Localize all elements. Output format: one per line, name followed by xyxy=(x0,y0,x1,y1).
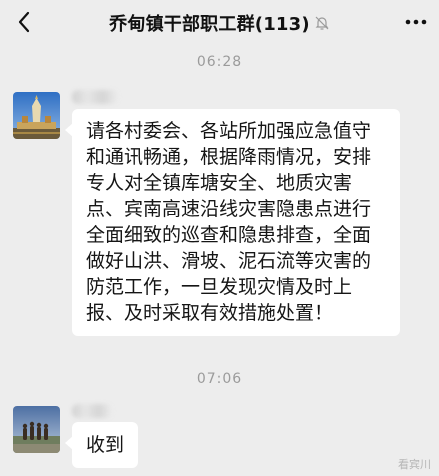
watermark: 看宾川 xyxy=(398,458,431,471)
sender-name-blurred xyxy=(72,404,112,418)
message-timestamp: 06:28 xyxy=(196,54,243,70)
message-bubble[interactable]: 请各村委会、各站所加强应急值守和通讯畅通，根据降雨情况，安排专人对全镇库塘安全、… xyxy=(65,109,400,336)
temple-pagoda-avatar xyxy=(13,92,60,139)
message-timestamp: 07:06 xyxy=(196,371,243,387)
chat-title-area[interactable]: 乔甸镇干部职工群(113) xyxy=(109,10,330,36)
sender-avatar[interactable] xyxy=(13,92,60,139)
back-button[interactable] xyxy=(10,8,38,36)
sender-name-blurred xyxy=(72,90,118,104)
message-bubble[interactable]: 收到 xyxy=(64,422,139,468)
bell-off-icon xyxy=(315,16,329,30)
more-dots-icon xyxy=(405,19,427,25)
more-options-button[interactable] xyxy=(403,10,429,34)
chat-title: 乔甸镇干部职工群(113) xyxy=(109,13,310,35)
group-photo-avatar xyxy=(13,406,60,453)
chevron-left-icon xyxy=(18,11,30,33)
chat-header: 乔甸镇干部职工群(113) xyxy=(0,0,439,45)
sender-avatar[interactable] xyxy=(13,406,60,453)
